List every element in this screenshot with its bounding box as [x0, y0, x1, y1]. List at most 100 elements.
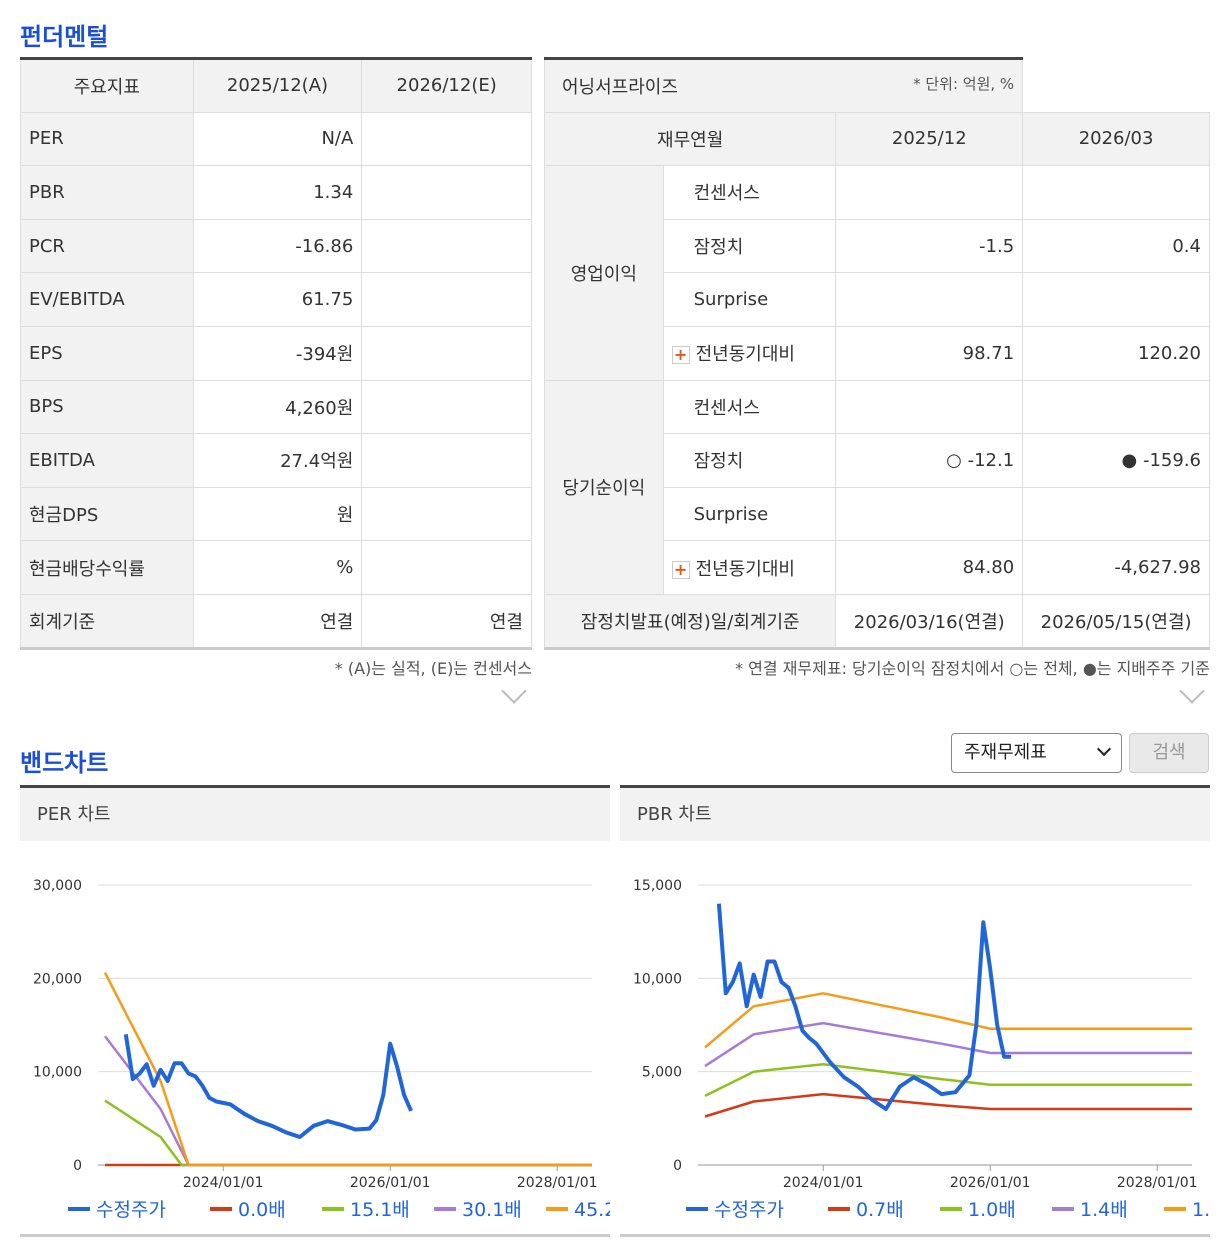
earnings-row-label-text: 컨센서스 — [693, 183, 760, 205]
fund-label: EBITDA — [20, 433, 194, 488]
series-line — [716, 903, 1012, 1111]
fund-value-2026 — [361, 111, 532, 167]
fund-value-2026 — [361, 433, 532, 488]
x-tick-label: 2026/01/01 — [350, 1175, 431, 1191]
fund-value-2025: -16.86 — [192, 218, 363, 274]
expand-chevron-icon-2[interactable] — [1176, 688, 1206, 706]
fund-value-2025: N/A — [192, 111, 363, 167]
earnings-row-label-text: 잠정치 — [693, 451, 744, 473]
pbr-chart-panel: PBR 차트 15,000 10,000 5,000 0 2024/01/01 2026/… — [620, 785, 1219, 1237]
legend-label: 0.7배 — [856, 1199, 904, 1221]
series-line — [704, 992, 1192, 1049]
fund-label: 현금DPS — [20, 486, 194, 542]
series-line — [103, 972, 592, 1167]
earnings-row-label-text: 전년동기대비 — [695, 558, 795, 580]
fund-value-2025: 연결 — [192, 593, 363, 649]
earnings-row-label-text: 컨센서스 — [693, 397, 760, 419]
fund-value-2025: 1.34 — [192, 165, 363, 220]
legend-label: 1.0배 — [968, 1199, 1016, 1221]
fund-row: 회계기준 연결 연결 — [20, 593, 532, 649]
legend-label: 수정주가 — [96, 1199, 166, 1221]
earnings-footer-row: 잠정치발표(예정)일/회계기준 2026/03/16(연결) 2026/05/15(… — [543, 593, 1210, 649]
search-button[interactable]: 검색 — [1129, 733, 1209, 773]
y-tick-label: 0 — [673, 1158, 682, 1174]
earnings-header-1: 2025/12 — [835, 111, 1024, 167]
earnings-title-text: 어닝서프라이즈 — [562, 76, 678, 98]
fund-row: 현금DPS 원 — [20, 486, 532, 542]
earnings-value-2: 0.4 — [1022, 218, 1210, 274]
y-tick-label: 5,000 — [642, 1065, 682, 1081]
fund-value-2025: -394원 — [192, 325, 363, 381]
fund-value-2026 — [361, 540, 532, 595]
fund-value-2026 — [361, 272, 532, 327]
per-chart: 30,000 20,000 10,000 0 2024/01/01 2026/01/01 2… — [33, 878, 634, 1221]
legend-label: 1.7배 — [1192, 1199, 1210, 1221]
earnings-note: * 연결 재무제표: 당기순이익 잠정치에서 ○는 전체, ●는 지배주주 기준 — [735, 659, 1210, 678]
earnings-unit: * 단위: 억원, % — [913, 74, 1015, 93]
expand-plus-icon[interactable]: + — [671, 560, 690, 579]
fund-row: EPS -394원 — [20, 325, 532, 381]
earnings-value-1 — [835, 165, 1024, 220]
earnings-footer-label: 잠정치발표(예정)일/회계기준 — [543, 593, 837, 649]
fund-row: EV/EBITDA 61.75 — [20, 272, 532, 327]
fund-row: EBITDA 27.4억원 — [20, 433, 532, 488]
earnings-row-label-text: 전년동기대비 — [695, 344, 795, 366]
fund-label: 현금배당수익률 — [20, 540, 194, 595]
select-value: 주재무제표 — [964, 742, 1047, 763]
y-tick-label: 15,000 — [633, 878, 682, 894]
expand-plus-icon[interactable]: + — [671, 346, 690, 365]
legend-label: 30.1배 — [462, 1199, 522, 1221]
x-tick-label: 2024/01/01 — [783, 1175, 864, 1191]
fund-header-1: 2025/12(A) — [192, 57, 363, 113]
per-chart-title: PER 차트 — [20, 788, 610, 841]
series-line — [104, 1035, 592, 1167]
earnings-row-label: 컨센서스 — [662, 379, 837, 435]
series-line — [704, 1092, 1192, 1118]
earnings-row-label: + 전년동기대비 — [662, 540, 837, 595]
fund-value-2025: 27.4억원 — [192, 433, 363, 488]
x-tick-label: 2028/01/01 — [517, 1175, 598, 1191]
statement-select[interactable]: 주재무제표 — [951, 733, 1122, 773]
fund-label: PBR — [20, 165, 194, 220]
fund-row: PCR -16.86 — [20, 218, 532, 274]
chevron-down-icon — [1096, 741, 1112, 757]
y-tick-label: 20,000 — [33, 971, 82, 987]
earnings-value-2: 120.20 — [1022, 325, 1210, 381]
fund-value-2026: 연결 — [361, 593, 532, 649]
y-tick-label: 0 — [73, 1158, 82, 1174]
legend-label: 45.2배 — [574, 1199, 610, 1221]
pbr-chart: 15,000 10,000 5,000 0 2024/01/01 2026/01/01 20… — [633, 878, 1219, 1221]
fund-value-2026 — [361, 325, 532, 381]
earnings-row-label-text: Surprise — [693, 289, 769, 311]
earnings-row-label: 컨센서스 — [662, 165, 837, 220]
earnings-group-label: 영업이익 — [544, 165, 664, 381]
earnings-row-label: 잠정치 — [662, 218, 837, 274]
legend-label: 15.1배 — [350, 1199, 410, 1221]
fund-row: 현금배당수익률% — [20, 540, 532, 595]
expand-chevron-icon[interactable] — [498, 688, 528, 706]
fund-value-2025: % — [192, 540, 363, 595]
earnings-title: 어닝서프라이즈 * 단위: 억원, % — [543, 57, 1024, 113]
fundamental-title: 펀더멘털 — [20, 23, 109, 51]
y-tick-label: 10,000 — [633, 971, 682, 987]
earnings-group-label: 당기순이익 — [544, 379, 664, 595]
fund-row: PER N/A — [20, 111, 532, 167]
fund-value-2026 — [361, 486, 532, 542]
earnings-row: 당기순이익 컨센서스 — [544, 379, 1210, 595]
fund-label: EPS — [20, 325, 194, 381]
fund-value-2026 — [361, 165, 532, 220]
earnings-row-label: 잠정치 — [662, 433, 837, 488]
earnings-header-0: 재무연월 — [543, 111, 837, 167]
earnings-value-2 — [1022, 165, 1210, 220]
earnings-value-1 — [835, 486, 1024, 542]
band-title: 밴드차트 — [20, 749, 109, 777]
fund-label: BPS — [20, 379, 194, 435]
fund-row: PBR 1.34 — [20, 165, 532, 220]
fundamental-note: * (A)는 실적, (E)는 컨센서스 — [334, 659, 532, 678]
earnings-value-1: 84.80 — [835, 540, 1024, 595]
earnings-row-label: Surprise — [662, 486, 837, 542]
earnings-value-2: ● -159.6 — [1022, 433, 1210, 488]
fund-header-2: 2026/12(E) — [361, 57, 532, 113]
fund-label: PCR — [20, 218, 194, 274]
fund-value-2026 — [361, 379, 532, 435]
